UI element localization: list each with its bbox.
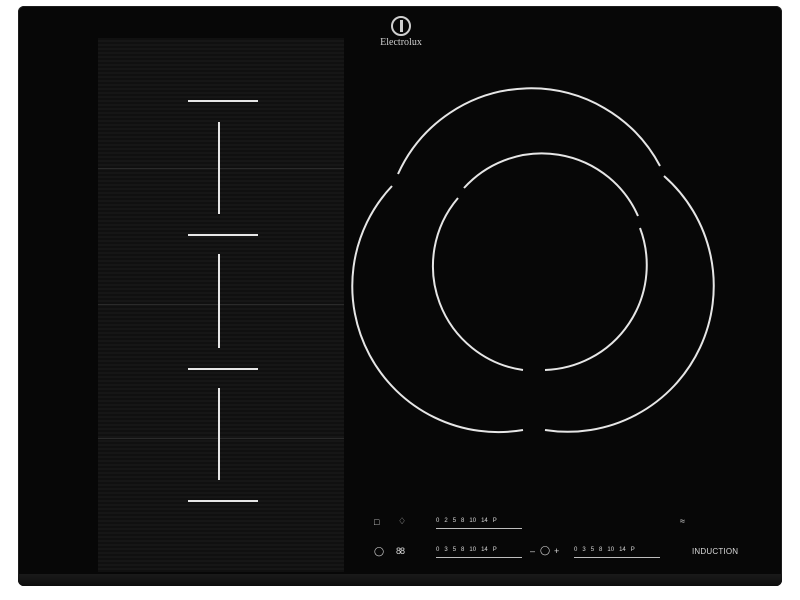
power-icon[interactable]: ◯ xyxy=(374,546,384,556)
wireless-icon[interactable]: ≈ xyxy=(680,516,685,526)
display-icon: 88 xyxy=(396,546,405,556)
inner-ring-arc xyxy=(544,227,648,371)
power-slider-right[interactable]: 0 3 5 8 10 14 P xyxy=(574,547,640,553)
dual-zone-rings xyxy=(351,87,715,434)
timer-minus-button[interactable]: – xyxy=(530,546,535,556)
outer-ring-arc xyxy=(351,185,524,434)
inner-ring-arc xyxy=(463,152,639,217)
outer-ring-arc xyxy=(397,87,661,175)
inner-ring-arc xyxy=(431,197,524,371)
power-slider-front-left[interactable]: 0 2 5 8 10 14 P xyxy=(436,518,502,524)
slider-track xyxy=(574,557,660,558)
outer-ring-arc xyxy=(544,175,715,433)
chef-hat-icon[interactable]: ♢ xyxy=(398,516,406,526)
induction-label: INDUCTION xyxy=(692,547,739,556)
lock-icon[interactable]: □ xyxy=(374,517,379,527)
timer-plus-button[interactable]: + xyxy=(554,546,559,556)
induction-hob: Electrolux □ ♢ ◯ 88 0 2 5 8 10 14 P 0 3 … xyxy=(18,6,782,586)
slider-track xyxy=(436,557,522,558)
power-slider-rear-left[interactable]: 0 3 5 8 10 14 P xyxy=(436,547,502,553)
timer-icon[interactable]: ◯ xyxy=(540,545,550,555)
hob-front-edge xyxy=(18,574,782,586)
slider-track xyxy=(436,528,522,529)
